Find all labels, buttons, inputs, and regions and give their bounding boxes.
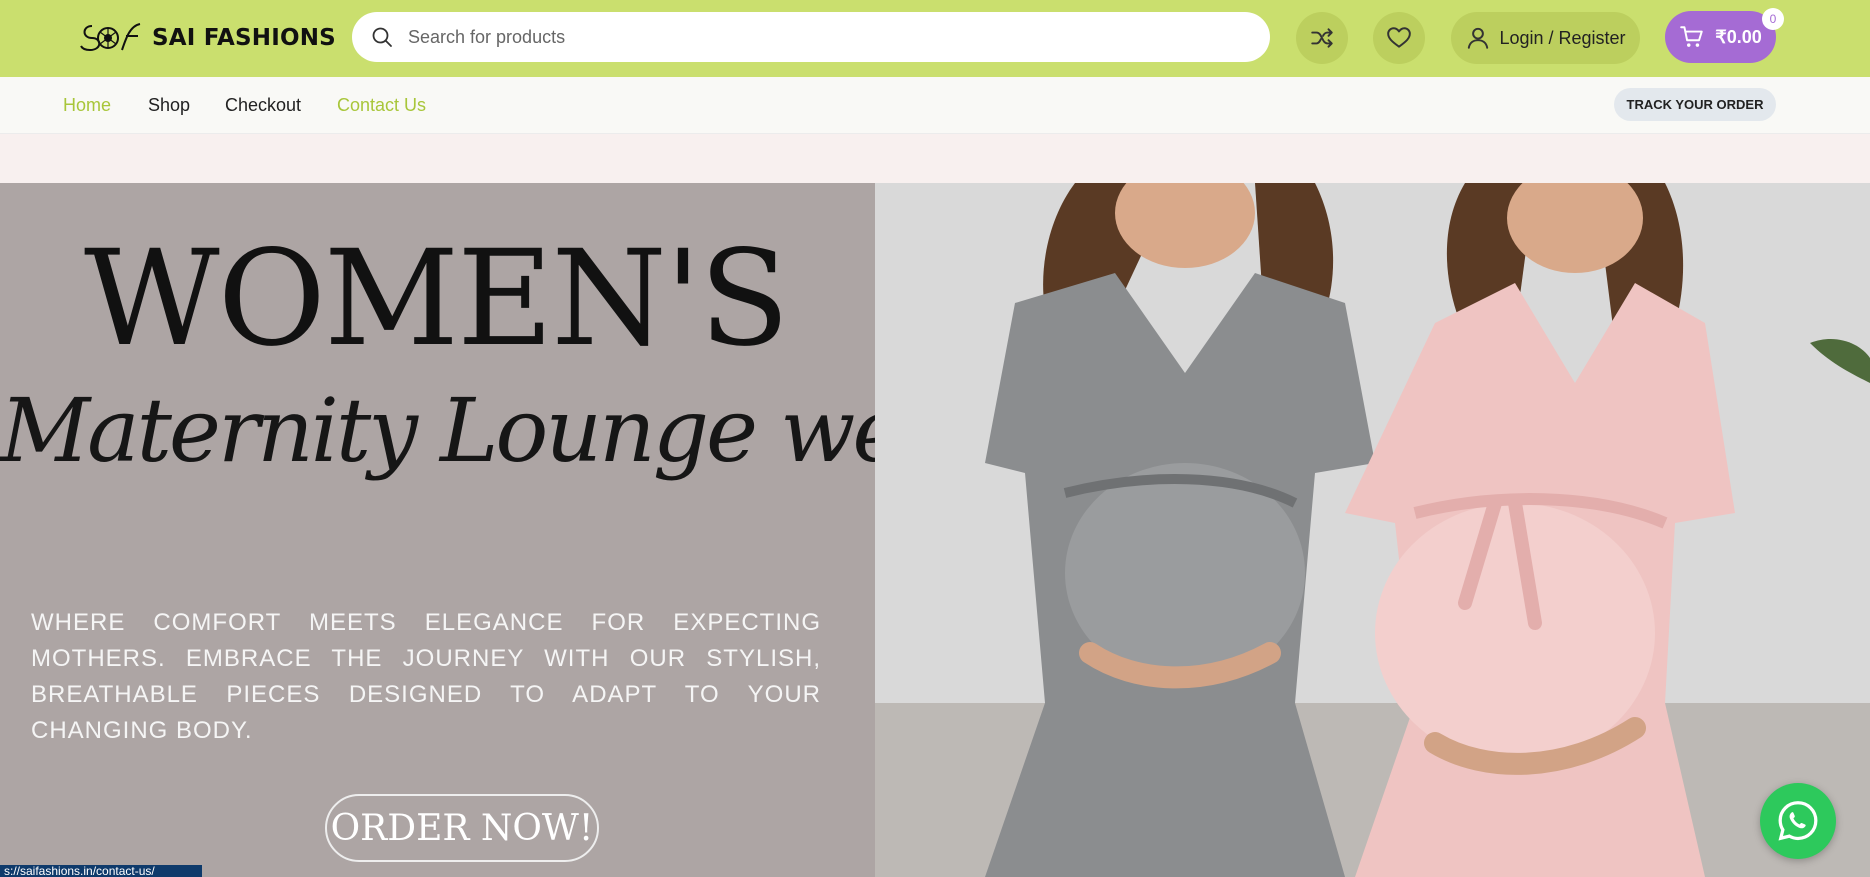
logo-mark-icon — [80, 23, 141, 52]
shuffle-icon — [1311, 28, 1333, 48]
nav-item-contact-us[interactable]: Contact Us — [337, 95, 426, 116]
hero-banner[interactable]: WOMEN'S Maternity Lounge wears WHERE COM… — [0, 183, 1870, 877]
login-label: Login / Register — [1499, 27, 1626, 48]
main-navigation: Home Shop Checkout Contact Us — [0, 77, 1870, 134]
cart-icon — [1680, 26, 1703, 47]
hero-photo — [875, 183, 1870, 877]
spacer-band — [0, 134, 1870, 183]
nav-item-home[interactable]: Home — [63, 95, 111, 116]
hero-text-panel: WOMEN'S Maternity Lounge wears WHERE COM… — [0, 183, 1035, 877]
status-bar-url: s://saifashions.in/contact-us/ — [0, 865, 202, 877]
search-input[interactable] — [406, 25, 1230, 49]
header-bar: SAI FASHIONS Login / Register ₹0 — [0, 0, 1870, 77]
user-icon — [1468, 27, 1489, 49]
hero-headline: WOMEN'S — [84, 222, 790, 376]
order-now-button[interactable]: ORDER NOW! — [325, 794, 599, 862]
hero-tagline: WHERE COMFORT MEETS ELEGANCE FOR EXPECTI… — [31, 609, 821, 744]
hero-script-title: Maternity Lounge wears — [0, 379, 1035, 482]
site-logo[interactable]: SAI FASHIONS — [78, 16, 336, 60]
login-register-button[interactable]: Login / Register — [1451, 12, 1640, 64]
whatsapp-chat-button[interactable] — [1760, 783, 1836, 859]
whatsapp-icon — [1778, 801, 1818, 841]
brand-name: SAI FASHIONS — [152, 25, 336, 51]
wishlist-button[interactable] — [1373, 12, 1425, 64]
compare-button[interactable] — [1296, 12, 1348, 64]
cart-total: ₹0.00 — [1715, 26, 1762, 47]
cart-count-badge: 0 — [1762, 8, 1784, 30]
track-order-button[interactable]: TRACK YOUR ORDER — [1614, 88, 1776, 121]
nav-item-checkout[interactable]: Checkout — [225, 95, 301, 116]
cart-button[interactable]: ₹0.00 — [1665, 11, 1776, 63]
search-icon — [372, 27, 392, 47]
search-bar[interactable] — [352, 12, 1270, 62]
heart-icon — [1387, 27, 1411, 48]
nav-item-shop[interactable]: Shop — [148, 95, 190, 116]
